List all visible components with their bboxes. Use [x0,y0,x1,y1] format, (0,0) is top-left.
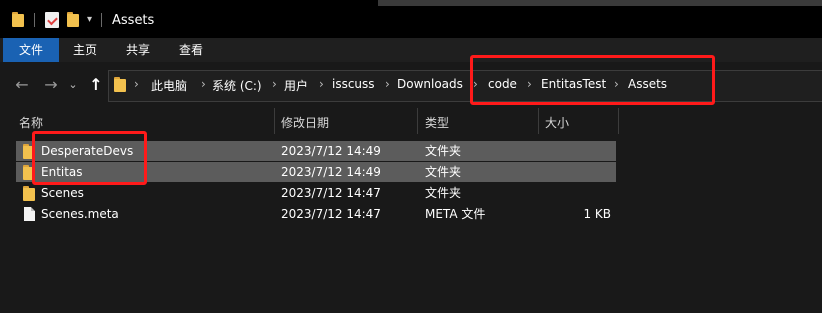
breadcrumb-users[interactable]: 用户 [284,77,308,94]
file-modified: 2023/7/12 14:47 [281,207,381,221]
breadcrumb-this-pc[interactable]: 此电脑 [151,77,187,94]
tab-share[interactable]: 共享 [113,38,163,62]
quick-access-dropdown-icon[interactable]: ▾ [87,14,92,25]
column-divider[interactable] [538,108,539,134]
up-button[interactable]: ↑ [86,75,106,95]
file-type: 文件夹 [425,186,462,200]
folder-icon [12,12,24,27]
file-type: META 文件 [425,207,486,221]
file-size: 1 KB [583,207,611,221]
tab-file[interactable]: 文件 [3,38,59,62]
window-title: Assets [112,13,155,28]
file-type: 文件夹 [425,144,462,158]
file-modified: 2023/7/12 14:49 [281,165,381,179]
folder-icon [23,186,35,201]
list-item[interactable]: Scenes.meta 2023/7/12 14:47 META 文件 1 KB [16,204,616,224]
tab-view[interactable]: 查看 [166,38,216,62]
column-divider[interactable] [618,108,619,134]
breadcrumb-drive-c[interactable]: 系统 (C:) [212,77,262,94]
divider [34,13,35,27]
file-icon [24,207,35,221]
divider [101,13,102,27]
tab-home[interactable]: 主页 [60,38,110,62]
properties-icon[interactable] [45,12,59,28]
annotation-box-path [470,55,715,105]
column-header-name[interactable]: 名称 [19,114,43,131]
breadcrumb-isscuss[interactable]: isscuss [332,77,375,91]
chevron-right-icon[interactable]: › [134,77,139,91]
column-divider[interactable] [417,108,418,134]
recent-locations-icon[interactable]: ⌄ [63,75,83,95]
chevron-right-icon[interactable]: › [319,77,324,91]
title-bar-edge [378,0,822,6]
file-modified: 2023/7/12 14:47 [281,186,381,200]
column-header-size[interactable]: 大小 [545,114,569,131]
forward-button[interactable]: → [41,75,61,95]
column-header-modified[interactable]: 修改日期 [281,114,329,131]
annotation-box-folders [32,131,147,185]
folder-icon [114,77,126,92]
breadcrumb-downloads[interactable]: Downloads [397,77,463,91]
list-item[interactable]: Scenes 2023/7/12 14:47 文件夹 [16,183,616,203]
column-header-type[interactable]: 类型 [425,114,449,131]
file-name: Scenes [41,186,84,200]
file-type: 文件夹 [425,165,462,179]
file-modified: 2023/7/12 14:49 [281,144,381,158]
title-bar: ▾ Assets [0,0,822,38]
chevron-right-icon[interactable]: › [272,77,277,91]
column-divider[interactable] [274,108,275,134]
chevron-right-icon[interactable]: › [201,77,206,91]
chevron-right-icon[interactable]: › [385,77,390,91]
back-button[interactable]: ← [12,75,32,95]
new-folder-icon[interactable] [67,12,79,27]
file-name: Scenes.meta [41,207,119,221]
